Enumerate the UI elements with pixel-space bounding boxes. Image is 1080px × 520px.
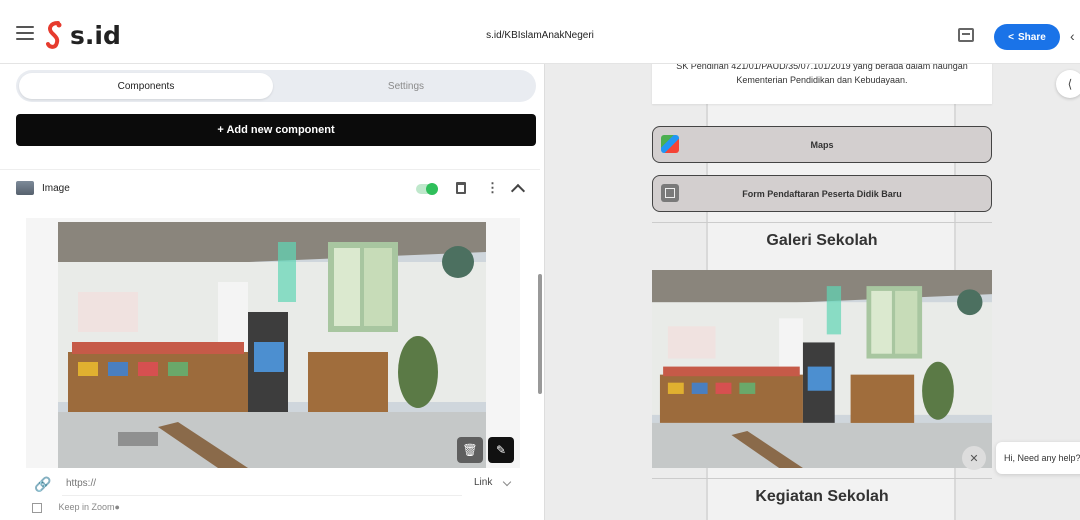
- tab-settings[interactable]: Settings: [279, 73, 533, 99]
- share-icon[interactable]: ⟨: [1056, 70, 1080, 98]
- logo[interactable]: s.id: [44, 20, 121, 50]
- editor-tabs: Components Settings: [16, 70, 536, 102]
- chevron-down-icon[interactable]: [502, 477, 512, 487]
- close-icon[interactable]: ✕: [962, 446, 986, 470]
- maps-button-label: Maps: [810, 139, 834, 150]
- link-row: 🔗 Link: [26, 470, 520, 498]
- editor-scrollbar[interactable]: [538, 274, 542, 394]
- image-icon: [16, 181, 34, 195]
- share-button-label: Share: [1018, 31, 1046, 43]
- delete-image-button[interactable]: 🗑: [457, 437, 483, 463]
- page-url[interactable]: s.id/KBIslamAnakNegeri: [440, 30, 640, 41]
- zoom-checkbox[interactable]: [32, 502, 42, 513]
- preview-toggle-icon[interactable]: [958, 28, 974, 42]
- share-button[interactable]: < Share: [994, 24, 1060, 50]
- more-options-icon[interactable]: ⋮: [486, 180, 499, 196]
- gallery-heading: Galeri Sekolah: [766, 232, 878, 249]
- logo-text: s.id: [70, 20, 121, 50]
- activities-heading: Kegiatan Sekolah: [755, 488, 889, 505]
- visibility-toggle[interactable]: [416, 183, 438, 195]
- component-header: Image ⋮: [16, 178, 536, 202]
- description-card: SK Pendirian 421/01/PAUD/35/07.101/2019 …: [652, 64, 992, 104]
- classroom-photo: [58, 222, 486, 468]
- divider: [652, 222, 992, 223]
- preview-panel: SK Pendirian 421/01/PAUD/35/07.101/2019 …: [546, 64, 1080, 520]
- tab-components[interactable]: Components: [19, 73, 273, 99]
- add-component-button[interactable]: + Add new component: [16, 114, 536, 146]
- menu-icon[interactable]: [16, 26, 34, 40]
- image-card: 🗑 ✎: [26, 218, 520, 468]
- zoom-option[interactable]: Keep in Zoom●: [32, 502, 120, 513]
- maps-button[interactable]: Maps: [652, 126, 992, 163]
- link-url-input[interactable]: [62, 472, 462, 496]
- maps-icon: [661, 135, 679, 153]
- gallery-photo: [652, 270, 992, 468]
- editor-panel: Components Settings + Add new component …: [0, 64, 545, 520]
- divider: [0, 169, 540, 170]
- trash-icon[interactable]: [456, 182, 466, 194]
- link-type-select[interactable]: Link: [474, 477, 492, 488]
- link-icon: 🔗: [34, 476, 52, 492]
- share-icon: <: [1008, 31, 1015, 43]
- form-button-label: Form Pendaftaran Peserta Didik Baru: [742, 188, 902, 199]
- form-icon: [661, 184, 679, 202]
- chevron-up-icon[interactable]: [510, 183, 526, 199]
- logo-mark-icon: [46, 21, 62, 49]
- form-button[interactable]: Form Pendaftaran Peserta Didik Baru: [652, 175, 992, 212]
- divider: [652, 478, 992, 479]
- top-bar: s.id s.id/KBIslamAnakNegeri < Share ‹: [0, 0, 1080, 64]
- more-icon[interactable]: ‹: [1070, 28, 1075, 44]
- edit-image-button[interactable]: ✎: [488, 437, 514, 463]
- chat-bubble[interactable]: Hi, Need any help?: [996, 442, 1080, 474]
- component-label: Image: [42, 183, 70, 194]
- zoom-label: Keep in Zoom●: [58, 502, 120, 512]
